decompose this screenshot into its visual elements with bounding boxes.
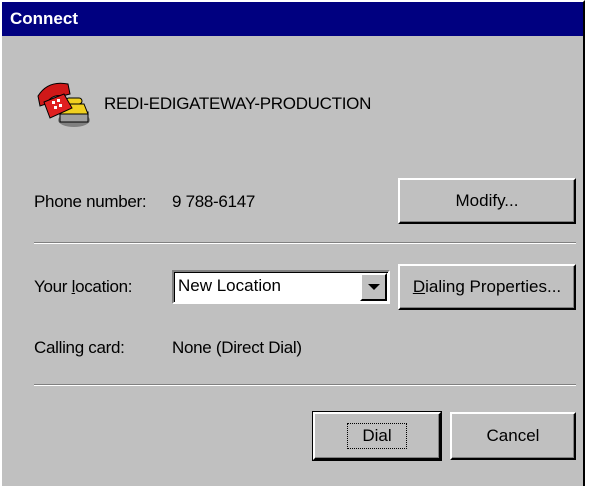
connection-name: REDI-EDIGATEWAY-PRODUCTION: [104, 94, 372, 113]
separator-bottom: [34, 384, 576, 386]
phone-modem-icon: [37, 82, 90, 127]
separator-top: [34, 242, 576, 244]
location-dropdown-arrow[interactable]: [360, 273, 387, 301]
phone-number-label: Phone number:: [34, 192, 147, 211]
dialing-properties-button[interactable]: Dialing Properties...: [398, 264, 576, 310]
modify-button[interactable]: Modify...: [398, 178, 576, 224]
location-selected-value: New Location: [178, 276, 282, 295]
location-select[interactable]: New Location: [172, 270, 390, 304]
chevron-down-icon: [367, 284, 380, 290]
dial-button-label: Dial: [347, 423, 407, 449]
window-title: Connect: [10, 9, 78, 28]
title-bar[interactable]: Connect: [2, 2, 583, 36]
dialing-properties-label: Dialing Properties...: [412, 277, 562, 296]
dial-button[interactable]: Dial: [312, 411, 442, 461]
modify-button-label: Modify...: [455, 191, 519, 210]
cancel-button[interactable]: Cancel: [450, 412, 576, 460]
cancel-button-label: Cancel: [486, 426, 540, 445]
connect-dialog: Connect REDI-EDIGATEWAY-PRODUCTION Phone…: [0, 0, 585, 486]
phone-number-value: 9 788-6147: [172, 192, 256, 211]
location-label: Your location:: [34, 277, 133, 296]
calling-card-value: None (Direct Dial): [172, 338, 302, 357]
calling-card-label: Calling card:: [34, 338, 125, 357]
